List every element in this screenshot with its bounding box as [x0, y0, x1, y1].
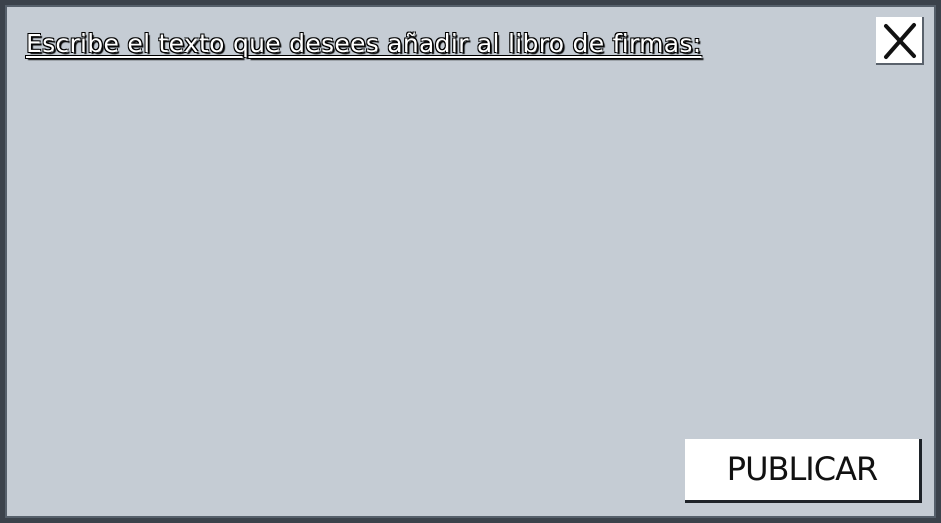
dialog-title: Escribe el texto que desees añadir al li… [26, 29, 702, 58]
publish-button-label: PUBLICAR [726, 450, 878, 488]
close-icon [884, 23, 916, 59]
publish-button[interactable]: PUBLICAR [685, 439, 922, 503]
signature-text-input[interactable] [25, 81, 925, 435]
guestbook-dialog: Escribe el texto que desees añadir al li… [0, 0, 941, 523]
close-button[interactable] [876, 17, 924, 65]
